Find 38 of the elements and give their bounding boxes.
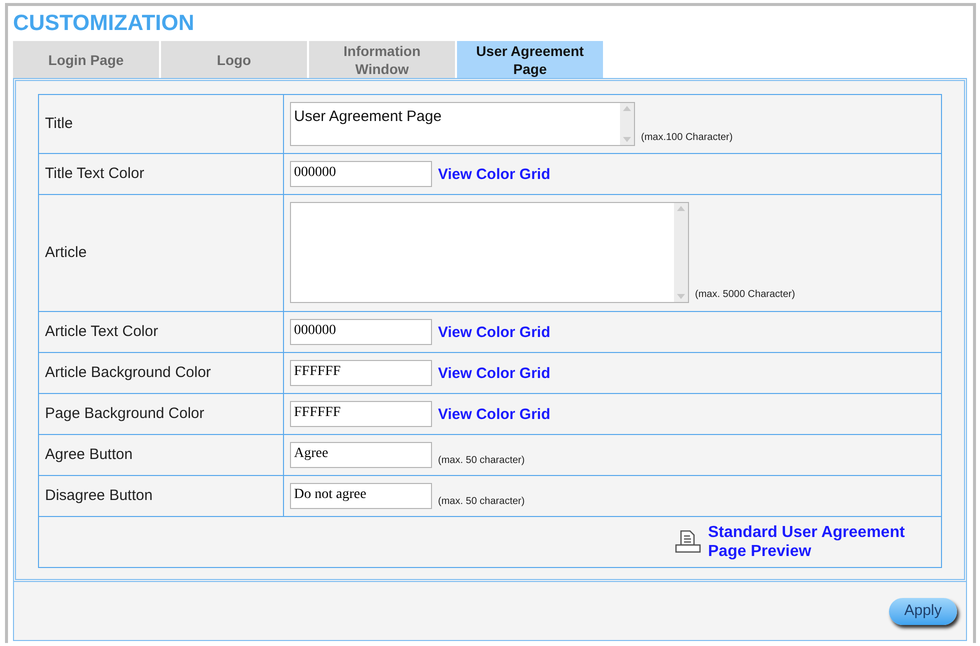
tab[interactable]: Information Window xyxy=(309,41,455,78)
hint-text: (max. 5000 Character) xyxy=(695,288,796,302)
text-field[interactable]: Do not agree xyxy=(290,483,432,509)
apply-button[interactable]: Apply xyxy=(889,598,957,624)
color-field[interactable]: FFFFFF xyxy=(290,360,432,386)
view-color-grid-link[interactable]: View Color Grid xyxy=(438,322,550,345)
text-area[interactable]: User Agreement Page xyxy=(290,102,635,146)
field-label: Article xyxy=(45,242,87,263)
text-area[interactable] xyxy=(290,202,689,303)
color-field[interactable]: 000000 xyxy=(290,161,432,187)
hint-text: (max.100 Character) xyxy=(641,131,733,145)
color-field[interactable]: FFFFFF xyxy=(290,401,432,427)
field-label: Title Text Color xyxy=(45,164,144,184)
field-label: Article Background Color xyxy=(45,362,211,383)
text-field[interactable]: Agree xyxy=(290,442,432,468)
down-arrow-icon xyxy=(623,137,631,142)
view-color-grid-link[interactable]: View Color Grid xyxy=(438,404,550,427)
up-arrow-icon xyxy=(677,206,685,211)
view-color-grid-link[interactable]: View Color Grid xyxy=(438,164,550,187)
page-title: CUSTOMIZATION xyxy=(13,9,194,37)
field-label: Disagree Button xyxy=(45,486,153,506)
up-arrow-icon xyxy=(623,106,631,111)
scrollbar[interactable] xyxy=(674,203,688,302)
field-label: Page Background Color xyxy=(45,404,204,424)
preview-link[interactable]: Standard User Agreement Page Preview xyxy=(708,523,913,561)
tab[interactable]: Logo xyxy=(161,41,307,78)
down-arrow-icon xyxy=(677,294,685,299)
view-color-grid-link[interactable]: View Color Grid xyxy=(438,363,550,386)
tab[interactable]: User Agreement Page xyxy=(457,41,603,78)
scrollbar[interactable] xyxy=(620,103,634,145)
color-field[interactable]: 000000 xyxy=(290,319,432,345)
field-label: Agree Button xyxy=(45,444,133,465)
hint-text: (max. 50 character) xyxy=(438,454,525,468)
tab[interactable]: Login Page xyxy=(13,41,159,78)
hint-text: (max. 50 character) xyxy=(438,495,525,509)
field-label: Title xyxy=(45,114,73,134)
document-icon xyxy=(675,530,701,554)
field-label: Article Text Color xyxy=(45,322,158,342)
